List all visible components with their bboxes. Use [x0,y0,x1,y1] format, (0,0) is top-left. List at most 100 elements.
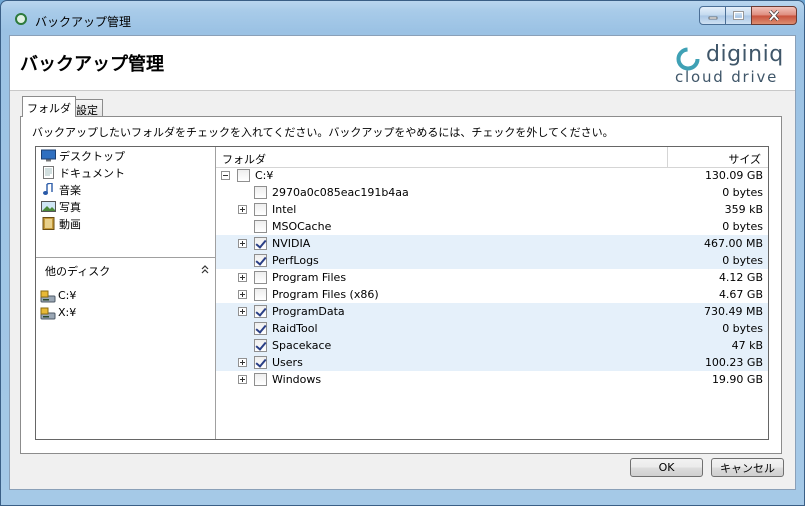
table-row[interactable]: Spacekace 47 kB [216,337,768,354]
table-row[interactable]: MSOCache 0 bytes [216,218,768,235]
folders-panel: バックアップしたいフォルダをチェックを入れてください。バックアップをやめるには、… [20,116,782,454]
library-item-videos[interactable]: 動画 [41,215,81,232]
folder-name: C:¥ [255,169,274,182]
table-row[interactable]: Intel 359 kB [216,201,768,218]
cancel-button[interactable]: キャンセル [711,458,784,477]
title-bar[interactable]: バックアップ管理 [1,1,804,35]
collapse-icon[interactable] [221,171,230,180]
folder-size: 4.12 GB [718,271,763,284]
folder-size: 100.23 GB [704,356,763,369]
tab-folders[interactable]: フォルダ [22,96,76,117]
close-button[interactable] [751,6,797,25]
table-row[interactable]: 2970a0c085eac191b4aa 0 bytes [216,184,768,201]
folder-name: Windows [272,373,322,386]
window: バックアップ管理 バックアップ管理 diginiq cloud drive フォ… [0,0,805,506]
table-row[interactable]: RaidTool 0 bytes [216,320,768,337]
folder-checkbox[interactable] [254,322,267,335]
library-item-label: 音楽 [59,183,81,197]
folder-checkbox[interactable] [254,271,267,284]
drive-item-c[interactable]: C:¥ [40,287,76,304]
library-item-pictures[interactable]: 写真 [41,198,81,215]
folder-browser: デスクトップ ドキュメント 音楽 写真 動画 他のディスク C:¥ X:¥ フォ… [35,146,769,440]
ok-button[interactable]: OK [630,458,703,477]
table-row[interactable]: NVIDIA 467.00 MB [216,235,768,252]
drive-icon [40,307,56,319]
library-item-desktop[interactable]: デスクトップ [41,147,125,164]
document-icon [43,166,54,179]
folder-name: MSOCache [272,220,332,233]
column-separator[interactable] [667,147,668,167]
folder-checkbox[interactable] [254,373,267,386]
expand-icon[interactable] [238,205,247,214]
folder-checkbox[interactable] [254,254,267,267]
diginiq-logo: diginiq cloud drive [675,42,787,86]
check-icon [255,237,267,249]
folder-checkbox[interactable] [254,339,267,352]
folder-size: 130.09 GB [704,169,763,182]
folder-name: Program Files (x86) [272,288,379,301]
other-disks-label: 他のディスク [45,265,111,278]
expand-icon[interactable] [238,358,247,367]
dialog-header: バックアップ管理 diginiq cloud drive [10,36,795,91]
folder-checkbox[interactable] [237,169,250,182]
folder-checkbox[interactable] [254,220,267,233]
library-item-music[interactable]: 音楽 [41,181,81,198]
table-row[interactable]: Program Files (x86) 4.67 GB [216,286,768,303]
folder-checkbox[interactable] [254,186,267,199]
folder-size: 0 bytes [722,186,763,199]
folder-size: 730.49 MB [703,305,763,318]
collapse-up-icon[interactable] [201,265,209,277]
drive-label: X:¥ [58,306,77,319]
window-controls [699,6,797,25]
folder-checkbox[interactable] [254,305,267,318]
library-pane: デスクトップ ドキュメント 音楽 写真 動画 他のディスク C:¥ X:¥ [36,147,216,439]
drive-label: C:¥ [58,289,77,302]
check-icon [255,322,267,334]
folder-checkbox[interactable] [254,237,267,250]
expand-icon[interactable] [238,307,247,316]
column-header-folder[interactable]: フォルダ [222,151,266,167]
folder-name: PerfLogs [272,254,319,267]
expand-icon[interactable] [238,290,247,299]
table-row[interactable]: Users 100.23 GB [216,354,768,371]
minimize-button[interactable] [699,6,726,25]
table-row[interactable]: Windows 19.90 GB [216,371,768,388]
expand-icon[interactable] [238,239,247,248]
expand-icon[interactable] [238,273,247,282]
check-icon [255,356,267,368]
video-icon [42,217,55,230]
check-icon [255,339,267,351]
logo-word: diginiq [706,42,784,67]
folder-size: 47 kB [731,339,763,352]
folder-tree: C:¥ 130.09 GB 2970a0c085eac191b4aa 0 bytes I… [216,167,768,388]
close-icon [768,10,780,21]
folder-name: NVIDIA [272,237,311,250]
page-title: バックアップ管理 [20,54,164,75]
table-row[interactable]: C:¥ 130.09 GB [216,167,768,184]
table-row[interactable]: PerfLogs 0 bytes [216,252,768,269]
folder-checkbox[interactable] [254,203,267,216]
table-row[interactable]: ProgramData 730.49 MB [216,303,768,320]
instruction-text: バックアップしたいフォルダをチェックを入れてください。バックアップをやめるには、… [32,126,614,139]
maximize-button[interactable] [725,6,752,25]
library-item-documents[interactable]: ドキュメント [41,164,125,181]
table-row[interactable]: Program Files 4.12 GB [216,269,768,286]
maximize-icon [733,11,744,20]
expand-icon[interactable] [238,375,247,384]
folder-size: 359 kB [724,203,763,216]
music-icon [43,183,53,195]
folder-checkbox[interactable] [254,356,267,369]
folder-name: Spacekace [272,339,332,352]
folder-name: 2970a0c085eac191b4aa [272,186,409,199]
folder-size: 0 bytes [722,220,763,233]
folder-size: 4.67 GB [718,288,763,301]
drive-item-x[interactable]: X:¥ [40,304,76,321]
column-header-size[interactable]: サイズ [728,151,761,167]
folder-name: RaidTool [272,322,318,335]
picture-icon [41,201,56,212]
dialog-client-area: バックアップ管理 diginiq cloud drive フォルダ 設定 バック… [9,35,796,490]
folder-size: 0 bytes [722,254,763,267]
library-divider [36,257,215,258]
folder-name: Intel [272,203,297,216]
folder-checkbox[interactable] [254,288,267,301]
